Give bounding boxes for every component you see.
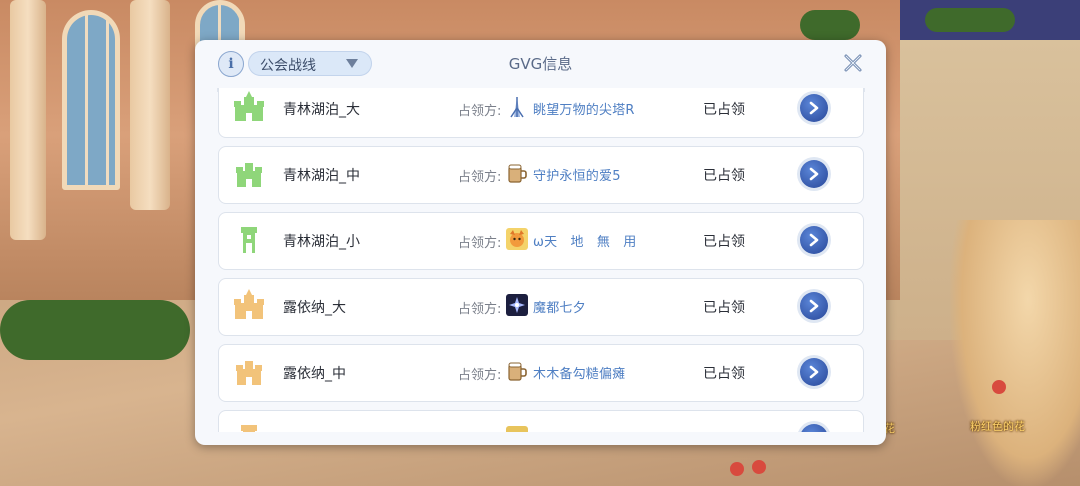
mug-icon: [506, 162, 528, 184]
dialog-header: i 公会战线 GVG信息: [195, 40, 886, 88]
dialog-title: GVG信息: [508, 55, 573, 73]
castle-medium-icon: [233, 355, 265, 387]
castle-list[interactable]: 青林湖泊_大 占领方: 眺望万物的尖塔R 已占领 青林湖泊_中 占领方: 守护永…: [217, 88, 865, 432]
flower: [730, 462, 744, 476]
occupier-label: 占领方:: [458, 302, 502, 317]
palace-column: [10, 0, 46, 240]
hedge-bush: [0, 300, 190, 360]
mug-icon: [506, 360, 528, 382]
fox-avatar-icon: [506, 228, 528, 250]
castle-detail-button[interactable]: [797, 355, 831, 389]
castle-large-icon: [233, 289, 265, 321]
castle-large-icon: [233, 91, 265, 123]
occupation-status: 已占领: [703, 102, 745, 118]
dark-emblem-icon: [506, 294, 528, 316]
close-button[interactable]: [842, 52, 864, 74]
occupation-status: 已占领: [703, 234, 745, 250]
castle-name: 青林湖泊_大: [283, 102, 360, 118]
occupation-status: 已占领: [703, 300, 745, 316]
castle-detail-button[interactable]: [797, 289, 831, 323]
angel-statue: [950, 220, 1080, 486]
hedge-bush: [800, 10, 860, 40]
spire-icon: [506, 96, 528, 118]
guild-name-link[interactable]: 眺望万物的尖塔R: [533, 99, 635, 118]
guild-name-link[interactable]: 木木备勾糙偏瘫: [533, 363, 625, 382]
palace-column: [130, 0, 170, 210]
close-x-icon: [844, 54, 862, 72]
castle-small-icon: [233, 421, 265, 432]
castle-name: 青林湖泊_小: [283, 234, 360, 250]
castle-row: 青林湖泊_大 占领方: 眺望万物的尖塔R 已占领: [218, 88, 864, 138]
castle-row: 露依纳_大 占领方: 魔都七夕 已占领: [218, 278, 864, 336]
chevron-right-icon: [800, 226, 828, 254]
chevron-right-icon: [800, 358, 828, 386]
chevron-right-icon: [800, 94, 828, 122]
castle-detail-button[interactable]: [797, 91, 831, 125]
occupier-label: 占领方:: [458, 368, 502, 383]
chevron-right-icon: [800, 424, 828, 432]
castle-detail-button[interactable]: [797, 421, 831, 432]
palace-window: [62, 10, 120, 190]
castle-row: 露依纳_中 占领方: 木木备勾糙偏瘫 已占领: [218, 344, 864, 402]
castle-name: 露依纳_大: [283, 300, 346, 316]
flower: [992, 380, 1006, 394]
occupier-label: 占领方:: [458, 104, 502, 119]
gvg-info-dialog: i 公会战线 GVG信息 青林湖泊_大 占领方: 眺望万物的尖塔R 已占领 青林…: [195, 40, 886, 445]
guild-name-link[interactable]: ω天 地 無 用: [533, 231, 637, 250]
castle-detail-button[interactable]: [797, 157, 831, 191]
occupier-label: 占领方:: [458, 236, 502, 251]
occupier-label: 占领方:: [458, 170, 502, 185]
chevron-right-icon: [800, 160, 828, 188]
guild-name-link[interactable]: 守护永恒的爱5: [533, 165, 621, 184]
castle-small-icon: [233, 223, 265, 255]
castle-medium-icon: [233, 157, 265, 189]
castle-name: 露依纳_中: [283, 366, 346, 382]
castle-row: 青林湖泊_中 占领方: 守护永恒的爱5 已占领: [218, 146, 864, 204]
castle-name: 青林湖泊_中: [283, 168, 360, 184]
castle-row: 青林湖泊_小 占领方: ω天 地 無 用 已占领: [218, 212, 864, 270]
guild-name-link[interactable]: 魔都七夕: [533, 297, 586, 316]
castle-row: [218, 410, 864, 432]
hedge-bush: [925, 8, 1015, 32]
occupation-status: 已占领: [703, 168, 745, 184]
castle-detail-button[interactable]: [797, 223, 831, 257]
partial-icon: [506, 426, 528, 432]
chevron-right-icon: [800, 292, 828, 320]
world-item-label[interactable]: 粉红色的花: [970, 418, 1025, 434]
occupation-status: 已占领: [703, 366, 745, 382]
flower: [752, 460, 766, 474]
